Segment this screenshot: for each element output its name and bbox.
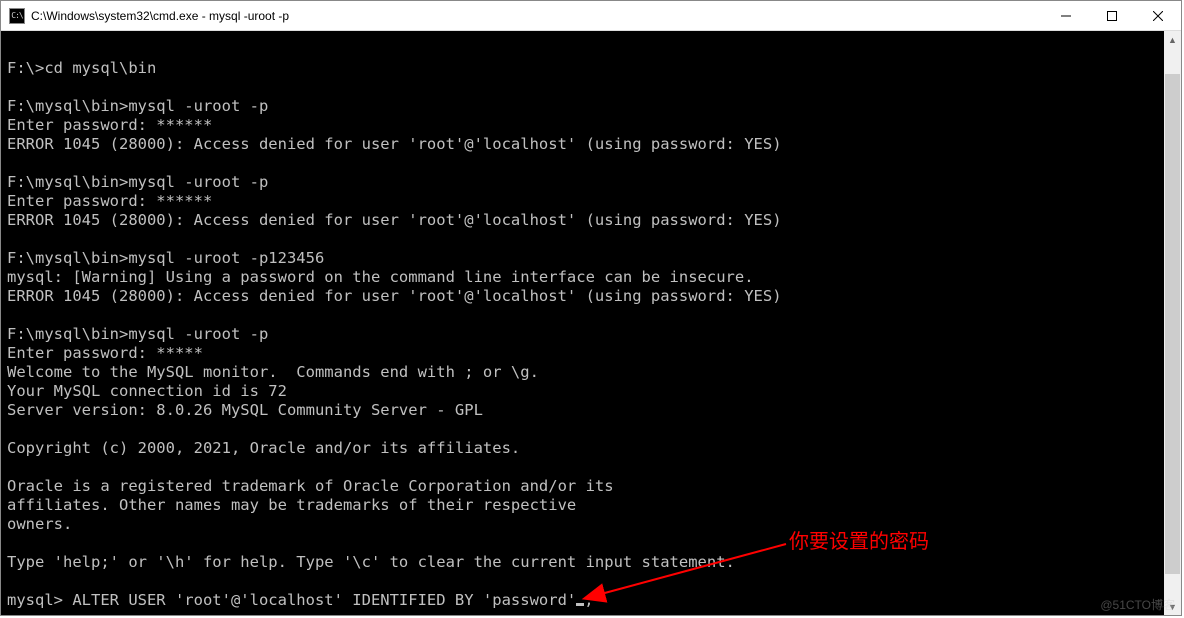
terminal-line: F:\mysql\bin>mysql -uroot -p — [7, 173, 1163, 192]
terminal-line: F:\mysql\bin>mysql -uroot -p — [7, 97, 1163, 116]
vertical-scrollbar[interactable]: ▲ ▼ — [1164, 31, 1181, 615]
scroll-thumb[interactable] — [1165, 74, 1180, 574]
terminal-line: F:\>cd mysql\bin — [7, 59, 1163, 78]
terminal-line: Type 'help;' or '\h' for help. Type '\c'… — [7, 553, 1163, 572]
terminal-line: owners. — [7, 515, 1163, 534]
terminal-line — [7, 572, 1163, 591]
terminal-line: Copyright (c) 2000, 2021, Oracle and/or … — [7, 439, 1163, 458]
terminal-line: F:\mysql\bin>mysql -uroot -p123456 — [7, 249, 1163, 268]
terminal-line: Server version: 8.0.26 MySQL Community S… — [7, 401, 1163, 420]
terminal-line — [7, 458, 1163, 477]
terminal-line: ERROR 1045 (28000): Access denied for us… — [7, 135, 1163, 154]
terminal-line — [7, 230, 1163, 249]
terminal-line: Enter password: ****** — [7, 116, 1163, 135]
scroll-up-arrow[interactable]: ▲ — [1164, 31, 1181, 48]
terminal-line — [7, 78, 1163, 97]
minimize-button[interactable] — [1043, 1, 1089, 31]
terminal-line: Welcome to the MySQL monitor. Commands e… — [7, 363, 1163, 382]
terminal-line: ERROR 1045 (28000): Access denied for us… — [7, 211, 1163, 230]
terminal-line — [7, 154, 1163, 173]
watermark: @51CTO博客 — [1100, 596, 1175, 613]
terminal-line: F:\mysql\bin>mysql -uroot -p — [7, 325, 1163, 344]
maximize-button[interactable] — [1089, 1, 1135, 31]
window-title: C:\Windows\system32\cmd.exe - mysql -uro… — [31, 9, 1043, 23]
terminal-line — [7, 534, 1163, 553]
titlebar[interactable]: C:\ C:\Windows\system32\cmd.exe - mysql … — [1, 1, 1181, 31]
terminal-line: mysql> ALTER USER 'root'@'localhost' IDE… — [7, 591, 1163, 610]
terminal-line — [7, 306, 1163, 325]
cmd-window: C:\ C:\Windows\system32\cmd.exe - mysql … — [0, 0, 1182, 616]
terminal-line: ERROR 1045 (28000): Access denied for us… — [7, 287, 1163, 306]
terminal-line: Your MySQL connection id is 72 — [7, 382, 1163, 401]
scroll-track[interactable] — [1164, 48, 1181, 598]
terminal-line — [7, 420, 1163, 439]
terminal-line: Enter password: ****** — [7, 192, 1163, 211]
terminal-line: Enter password: ***** — [7, 344, 1163, 363]
terminal-cursor — [576, 603, 584, 606]
terminal-line: mysql: [Warning] Using a password on the… — [7, 268, 1163, 287]
terminal-line: Oracle is a registered trademark of Orac… — [7, 477, 1163, 496]
close-button[interactable] — [1135, 1, 1181, 31]
terminal-viewport: F:\>cd mysql\bin F:\mysql\bin>mysql -uro… — [1, 31, 1181, 615]
app-icon: C:\ — [9, 8, 25, 24]
terminal-content[interactable]: F:\>cd mysql\bin F:\mysql\bin>mysql -uro… — [7, 59, 1163, 615]
terminal-line: affiliates. Other names may be trademark… — [7, 496, 1163, 515]
